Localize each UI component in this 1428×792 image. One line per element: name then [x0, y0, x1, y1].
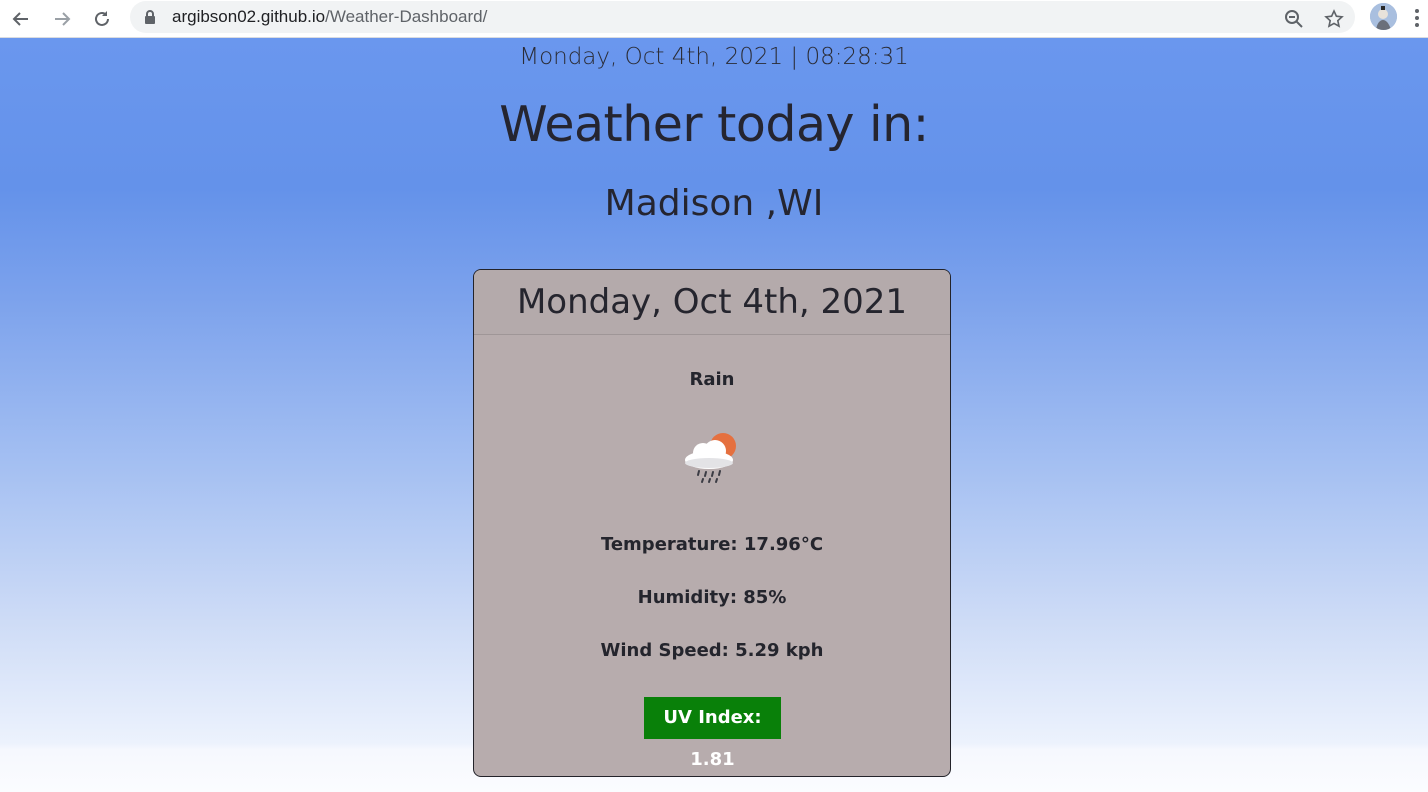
lock-icon	[145, 10, 155, 24]
reload-icon	[95, 11, 109, 26]
card-date: Monday, Oct 4th, 2021	[474, 270, 950, 335]
address-bar[interactable]: argibson02.github.io/Weather-Dashboard/	[130, 1, 1355, 33]
star-icon	[1324, 9, 1344, 28]
arrow-right-icon	[55, 12, 71, 26]
uv-index-badge: UV Index: 1.81	[644, 697, 781, 770]
avatar-image-icon	[1370, 3, 1397, 30]
bookmark-button[interactable]	[1320, 5, 1348, 33]
wind-speed-value: Wind Speed: 5.29 kph	[600, 640, 824, 661]
profile-avatar[interactable]	[1370, 3, 1397, 30]
url-path: /Weather-Dashboard/	[325, 7, 488, 26]
browser-toolbar: argibson02.github.io/Weather-Dashboard/	[0, 0, 1428, 38]
weather-condition: Rain	[689, 369, 735, 390]
url-domain: argibson02.github.io	[172, 7, 326, 26]
back-button[interactable]	[6, 4, 36, 34]
more-menu-icon[interactable]	[1415, 9, 1419, 30]
page-title: Weather today in:	[499, 96, 929, 153]
temperature-value: Temperature: 17.96°C	[600, 534, 824, 555]
forward-button[interactable]	[47, 4, 77, 34]
weather-card: Monday, Oct 4th, 2021 Rain Temperature: …	[473, 269, 951, 777]
humidity-value: Humidity: 85%	[637, 587, 787, 608]
zoom-button[interactable]	[1280, 5, 1308, 33]
arrow-left-icon	[12, 12, 28, 26]
city-name: Madison ,WI	[604, 183, 824, 224]
rain-cloud-sun-icon	[685, 433, 736, 483]
current-datetime: Monday, Oct 4th, 2021 | 08:28:31	[519, 44, 909, 70]
url-text: argibson02.github.io/Weather-Dashboard/	[172, 7, 487, 27]
weather-dashboard: Monday, Oct 4th, 2021 | 08:28:31 Weather…	[0, 38, 1428, 792]
zoom-out-icon	[1285, 10, 1303, 28]
reload-button[interactable]	[87, 4, 117, 34]
